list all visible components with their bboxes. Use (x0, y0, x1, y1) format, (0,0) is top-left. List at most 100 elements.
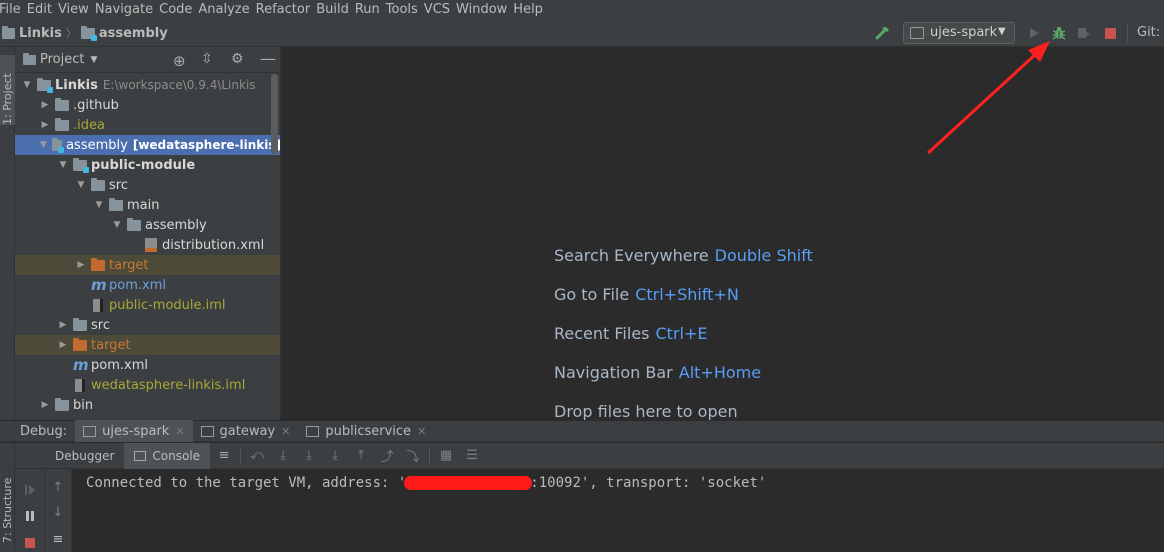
pause-icon[interactable] (20, 506, 40, 526)
menu-refactor[interactable]: Refactor (253, 0, 314, 19)
menu-build[interactable]: Build (313, 0, 352, 19)
step-into-icon[interactable]: ⤓ (299, 446, 319, 466)
tree-node-label: .idea (73, 117, 105, 133)
menu-navigate[interactable]: Navigate (92, 0, 156, 19)
project-panel-title[interactable]: Project (40, 52, 84, 67)
toolbar-divider (1127, 24, 1128, 42)
drop-frame-icon[interactable]: ⤴ (377, 446, 397, 466)
expand-arrow-right-icon[interactable]: ▶ (57, 320, 69, 330)
project-tool-tab[interactable]: 1: Project (0, 55, 15, 125)
tree-node[interactable]: ▼ public-module (15, 155, 280, 175)
expand-arrow-right-icon[interactable]: ▶ (39, 120, 51, 130)
tree-node[interactable]: ▶wedatasphere-linkis.iml (15, 375, 280, 395)
tree-node-label: public-module.iml (109, 297, 226, 313)
project-view-icon (23, 52, 36, 65)
tree-node[interactable]: ▶ .github (15, 95, 280, 115)
tool-window-strip-left-bottom: 7: Structure (0, 443, 15, 552)
menu-help[interactable]: Help (510, 0, 546, 19)
tree-node-label: bin (73, 397, 94, 413)
expand-arrow-right-icon[interactable]: ▶ (39, 400, 51, 410)
tree-node[interactable]: ▶ target (15, 335, 280, 355)
debug-session-tab-ujes-spark[interactable]: ujes-spark ✕ (75, 420, 193, 442)
evaluate-expression-icon[interactable]: ▦ (436, 446, 456, 466)
menu-file[interactable]: File (0, 0, 24, 19)
chevron-down-icon[interactable]: ▼ (90, 55, 97, 65)
hint-search-everywhere: Search Everywhere Double Shift (554, 246, 813, 265)
expand-arrow-right-icon[interactable]: ▶ (39, 100, 51, 110)
tree-node[interactable]: ▶mpom.xml (15, 355, 280, 375)
breadcrumb-project[interactable]: Linkis (19, 26, 62, 41)
expand-arrow-down-icon[interactable]: ▼ (57, 160, 69, 170)
close-icon[interactable]: ✕ (417, 425, 426, 438)
collapse-all-icon[interactable]: ⇳ (201, 51, 213, 67)
structure-tool-tab[interactable]: 7: Structure (0, 453, 15, 543)
menu-window[interactable]: Window (453, 0, 510, 19)
tree-node[interactable]: ▶mpom.xml (15, 275, 280, 295)
step-out-icon[interactable]: ⤒ (351, 446, 371, 466)
menu-analyze[interactable]: Analyze (195, 0, 252, 19)
tree-node[interactable]: ▼ src (15, 175, 280, 195)
locate-crosshair-icon[interactable]: ⊕ (173, 52, 186, 70)
git-label[interactable]: Git: (1137, 25, 1160, 40)
stop-icon[interactable] (20, 533, 40, 552)
scroll-up-arrow-icon[interactable]: ↑ (48, 477, 68, 497)
show-execution-point-icon[interactable]: ⤺ (247, 446, 267, 466)
excluded-folder-icon (73, 337, 87, 351)
tree-node[interactable]: ▶ src (15, 315, 280, 335)
expand-arrow-right-icon[interactable]: ▶ (57, 340, 69, 350)
close-icon[interactable]: ✕ (281, 425, 290, 438)
expand-arrow-down-icon[interactable]: ▼ (39, 140, 48, 150)
hint-navigation-bar: Navigation Bar Alt+Home (554, 363, 762, 382)
expand-arrow-right-icon[interactable]: ▶ (75, 260, 87, 270)
scroll-down-arrow-icon[interactable]: ↓ (48, 502, 68, 522)
force-step-into-icon[interactable]: ⤓ (325, 446, 345, 466)
console-output[interactable]: Connected to the target VM, address: ':1… (72, 469, 1164, 552)
tree-node-label: distribution.xml (162, 237, 265, 253)
menu-lines-icon[interactable]: ≡ (214, 446, 234, 466)
expand-arrow-down-icon[interactable]: ▼ (93, 200, 105, 210)
soft-wrap-icon[interactable]: ≡ (48, 529, 68, 549)
menu-vcs[interactable]: VCS (421, 0, 453, 19)
run-with-coverage-icon[interactable] (1073, 22, 1095, 44)
run-config-icon (83, 425, 97, 437)
resume-icon[interactable] (20, 480, 40, 500)
tree-node[interactable]: ▶ target (15, 255, 280, 275)
expand-arrow-down-icon[interactable]: ▼ (75, 180, 87, 190)
tree-node[interactable]: ▼ assembly [wedatasphere-linkis] (15, 135, 280, 155)
subtab-debugger[interactable]: Debugger (45, 443, 124, 469)
tree-node[interactable]: ▼ assembly (15, 215, 280, 235)
console-line: Connected to the target VM, address: ':1… (86, 475, 767, 491)
tree-node[interactable]: ▶public-module.iml (15, 295, 280, 315)
gear-icon[interactable]: ⚙ (231, 51, 244, 67)
menu-edit[interactable]: Edit (24, 0, 55, 19)
stop-icon[interactable] (1099, 22, 1121, 44)
folder-icon (55, 97, 69, 111)
tree-node[interactable]: ▶ bin (15, 395, 280, 415)
run-to-cursor-icon[interactable]: ⤵ (403, 446, 423, 466)
hide-minus-icon[interactable]: — (260, 49, 276, 68)
debug-session-tab-gateway[interactable]: gateway ✕ (193, 420, 299, 442)
tree-node-label: assembly (66, 137, 128, 153)
breadcrumb-module[interactable]: assembly (99, 26, 168, 41)
menu-code[interactable]: Code (156, 0, 195, 19)
tree-node[interactable]: ▶distribution.xml (15, 235, 280, 255)
menu-view[interactable]: View (55, 0, 92, 19)
menu-run[interactable]: Run (352, 0, 383, 19)
expand-arrow-down-icon[interactable]: ▼ (21, 80, 33, 90)
subtab-console[interactable]: Console (124, 442, 211, 469)
project-panel-header: Project ▼ ⊕ ⇳ ⚙ — (15, 47, 280, 73)
project-tool-tab-label: 1: Project (1, 73, 14, 125)
debug-session-tab-publicservice[interactable]: publicservice ✕ (298, 420, 434, 442)
tree-node[interactable]: ▼ main (15, 195, 280, 215)
project-scrollbar[interactable] (271, 74, 278, 154)
expand-arrow-down-icon[interactable]: ▼ (111, 220, 123, 230)
menu-tools[interactable]: Tools (383, 0, 421, 19)
build-hammer-icon[interactable] (872, 22, 894, 44)
step-over-icon[interactable]: ⤓ (273, 446, 293, 466)
close-icon[interactable]: ✕ (175, 425, 184, 438)
tree-node-label: Linkis (55, 77, 98, 93)
tree-node-label: main (127, 197, 160, 213)
tree-node[interactable]: ▶ .idea (15, 115, 280, 135)
tree-node[interactable]: ▼ Linkis E:\workspace\0.9.4\Linkis (15, 75, 280, 95)
trace-streams-icon[interactable]: ☰ (462, 446, 482, 466)
